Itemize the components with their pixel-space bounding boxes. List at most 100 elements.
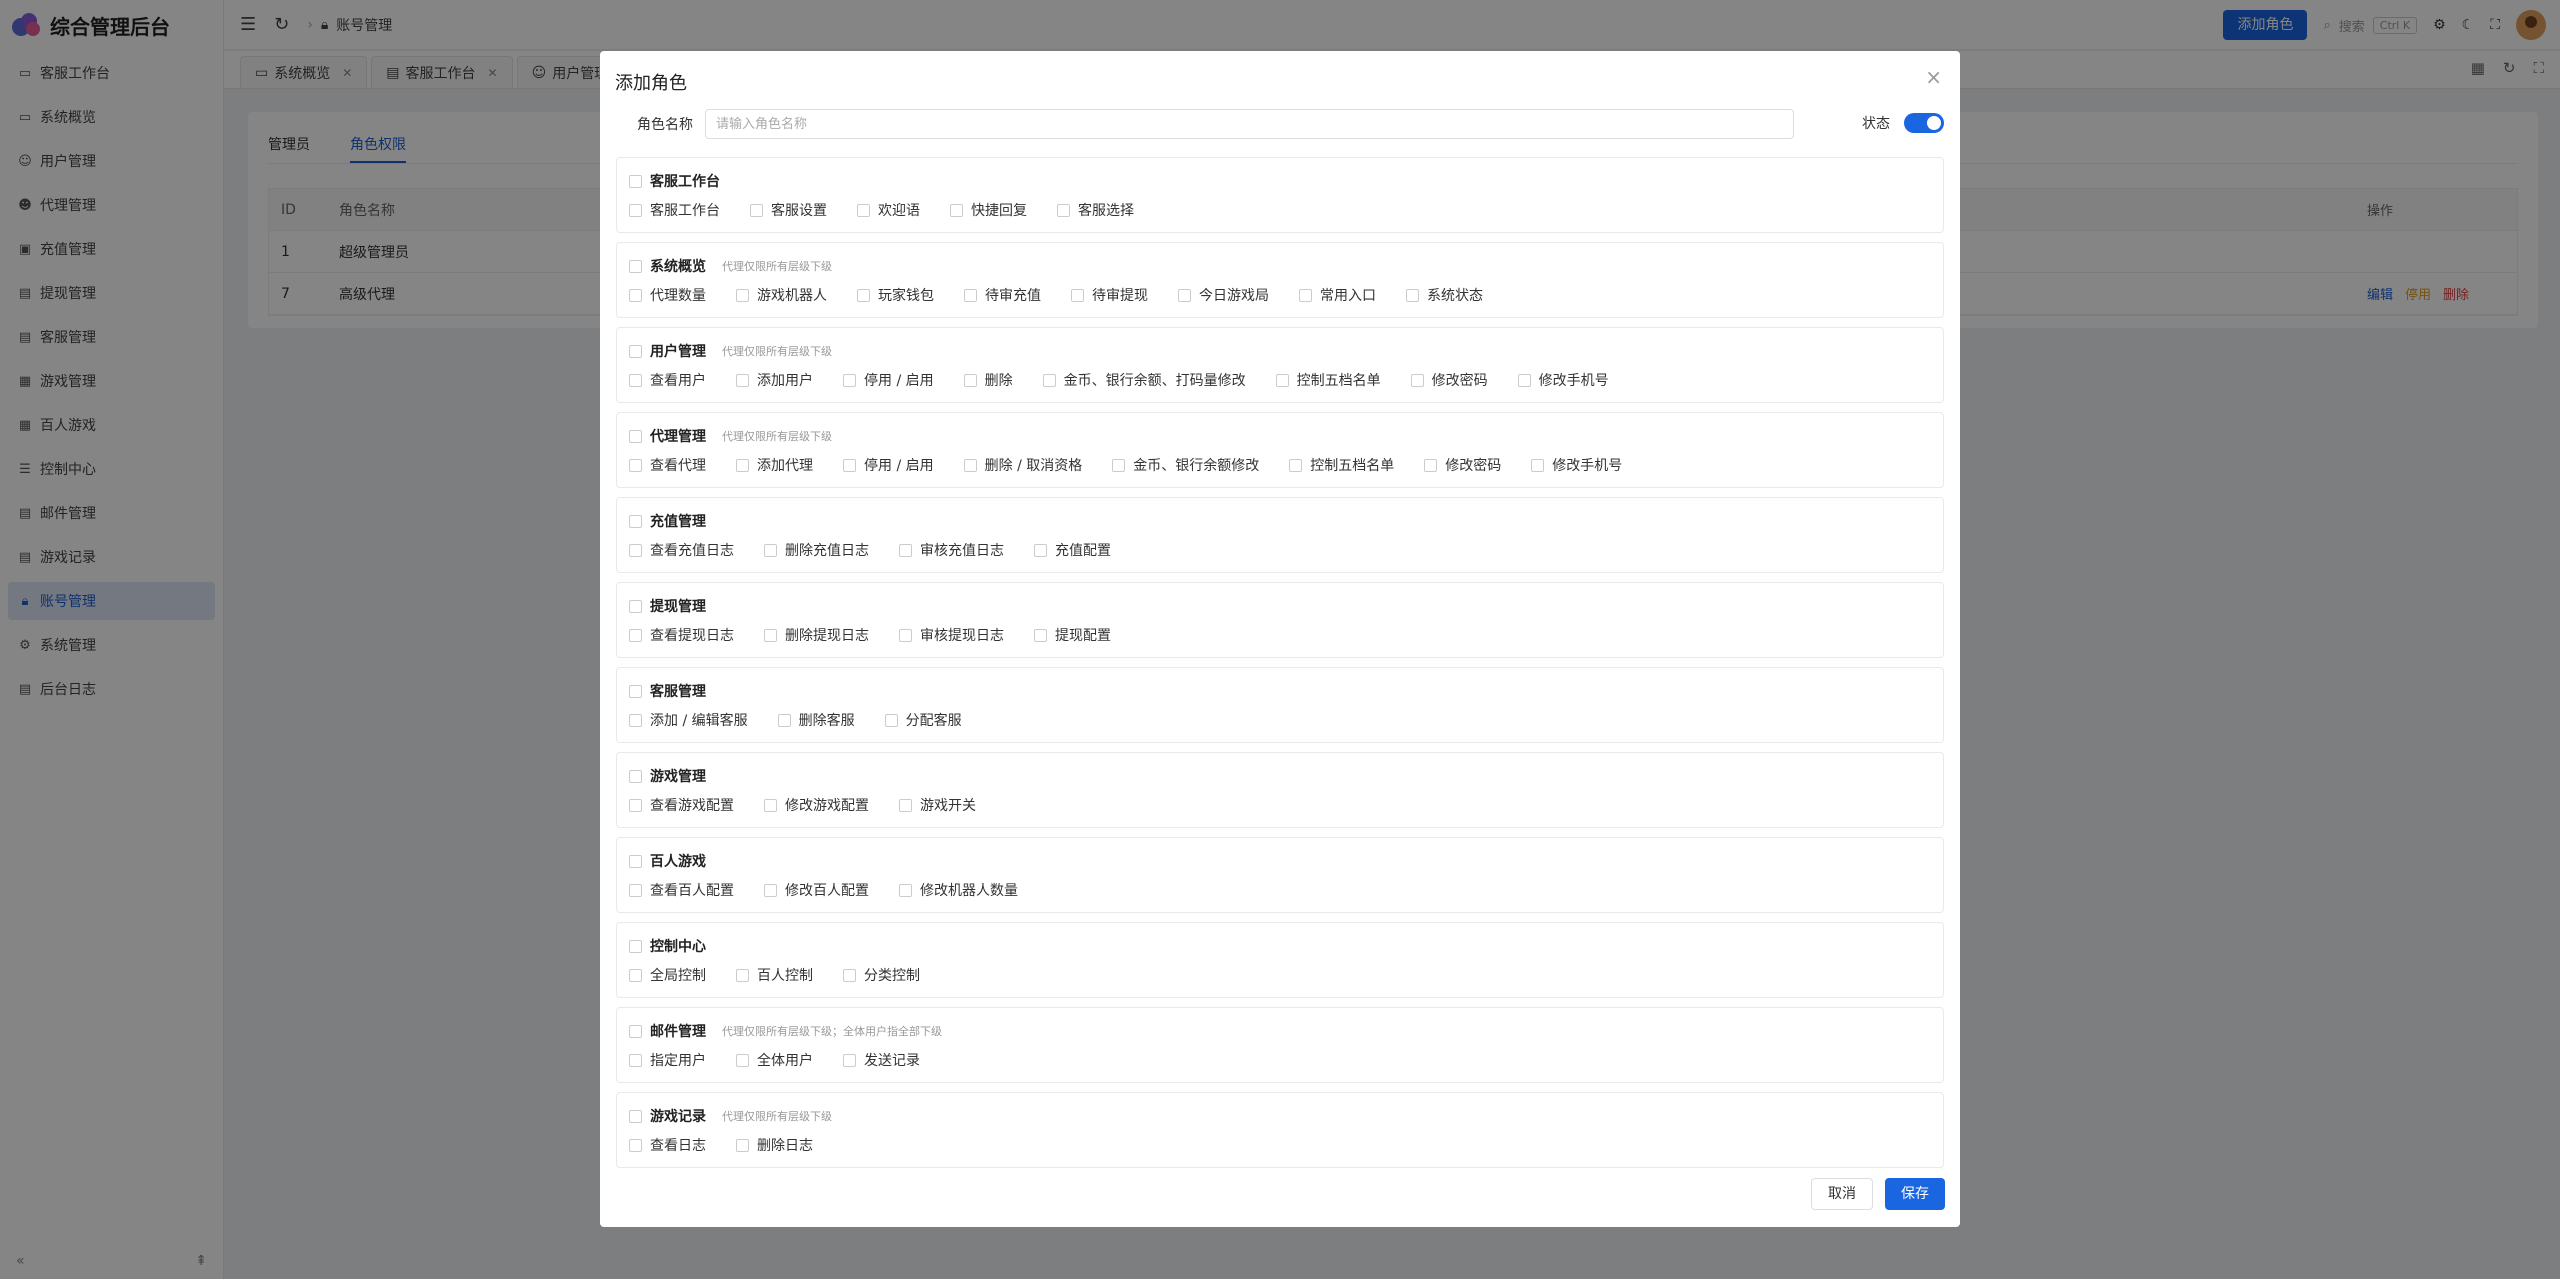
checkbox[interactable] [629,968,642,982]
checkbox[interactable] [629,883,642,897]
permission-checkbox[interactable]: 分类控制 [843,965,920,985]
checkbox[interactable] [1071,288,1084,302]
group-checkbox[interactable] [629,1024,642,1038]
checkbox[interactable] [843,1053,856,1067]
checkbox[interactable] [1410,373,1424,387]
checkbox[interactable] [1034,543,1047,557]
checkbox[interactable] [1042,373,1056,387]
checkbox[interactable] [764,628,777,642]
permission-checkbox[interactable]: 修改游戏配置 [764,795,869,815]
checkbox[interactable] [736,288,749,302]
permission-checkbox[interactable]: 客服工作台 [629,200,720,220]
checkbox[interactable] [736,373,749,387]
checkbox[interactable] [899,883,912,897]
checkbox[interactable] [629,1138,642,1152]
permission-checkbox[interactable]: 客服设置 [750,200,827,220]
role-name-input[interactable] [705,109,1794,139]
permission-checkbox[interactable]: 查看充值日志 [629,540,734,560]
permission-checkbox[interactable]: 今日游戏局 [1178,285,1269,305]
group-checkbox[interactable] [629,939,642,953]
checkbox[interactable] [1406,288,1419,302]
permission-checkbox[interactable]: 修改密码 [1410,370,1488,390]
permission-checkbox[interactable]: 修改手机号 [1531,455,1622,475]
checkbox[interactable] [629,288,642,302]
checkbox[interactable] [629,1053,642,1067]
checkbox[interactable] [1275,373,1289,387]
permission-checkbox[interactable]: 查看日志 [629,1135,706,1155]
group-checkbox[interactable] [629,514,642,528]
permission-checkbox[interactable]: 添加 / 编辑客服 [629,710,748,730]
permission-checkbox[interactable]: 查看代理 [629,455,706,475]
checkbox[interactable] [629,628,642,642]
checkbox[interactable] [629,203,642,217]
permission-checkbox[interactable]: 修改机器人数量 [899,880,1018,900]
permission-checkbox[interactable]: 审核充值日志 [899,540,1004,560]
checkbox[interactable] [1057,203,1070,217]
permission-checkbox[interactable]: 全局控制 [629,965,706,985]
checkbox[interactable] [1178,288,1191,302]
checkbox[interactable] [629,713,642,727]
checkbox[interactable] [1531,458,1545,472]
checkbox[interactable] [857,203,870,217]
checkbox[interactable] [629,543,642,557]
checkbox[interactable] [964,288,977,302]
group-checkbox[interactable] [629,259,642,273]
group-checkbox[interactable] [629,599,642,613]
group-checkbox[interactable] [629,854,642,868]
checkbox[interactable] [950,203,963,217]
checkbox[interactable] [899,628,912,642]
group-checkbox[interactable] [629,684,642,698]
permission-checkbox[interactable]: 删除 / 取消资格 [963,455,1082,475]
permission-checkbox[interactable]: 待审提现 [1071,285,1148,305]
group-checkbox[interactable] [629,769,642,783]
permission-checkbox[interactable]: 百人控制 [736,965,813,985]
checkbox[interactable] [1517,373,1531,387]
permission-checkbox[interactable]: 审核提现日志 [899,625,1004,645]
permission-checkbox[interactable]: 待审充值 [964,285,1041,305]
checkbox[interactable] [750,203,763,217]
checkbox[interactable] [1424,458,1438,472]
permission-checkbox[interactable]: 控制五档名单 [1289,455,1394,475]
permission-checkbox[interactable]: 删除客服 [777,710,855,730]
checkbox[interactable] [843,968,856,982]
checkbox[interactable] [736,968,749,982]
checkbox[interactable] [629,373,642,387]
permission-checkbox[interactable]: 游戏开关 [899,795,976,815]
group-checkbox[interactable] [629,429,642,443]
permission-checkbox[interactable]: 系统状态 [1406,285,1483,305]
permission-checkbox[interactable]: 充值配置 [1034,540,1111,560]
checkbox[interactable] [963,458,977,472]
permission-checkbox[interactable]: 删除充值日志 [764,540,869,560]
permission-checkbox[interactable]: 提现配置 [1034,625,1111,645]
save-button[interactable]: 保存 [1885,1178,1945,1210]
permission-checkbox[interactable]: 控制五档名单 [1275,370,1381,390]
permission-checkbox[interactable]: 查看百人配置 [629,880,734,900]
checkbox[interactable] [764,883,777,897]
permission-checkbox[interactable]: 游戏机器人 [736,285,827,305]
group-checkbox[interactable] [629,1109,642,1123]
permission-checkbox[interactable]: 添加代理 [736,455,813,475]
permission-checkbox[interactable]: 玩家钱包 [857,285,934,305]
checkbox[interactable] [629,798,642,812]
status-toggle[interactable] [1904,113,1944,133]
permission-checkbox[interactable]: 修改手机号 [1517,370,1609,390]
checkbox[interactable] [736,1053,749,1067]
checkbox[interactable] [1112,458,1126,472]
checkbox[interactable] [629,458,642,472]
permission-checkbox[interactable]: 停用 / 启用 [843,455,934,475]
permission-checkbox[interactable]: 查看游戏配置 [629,795,734,815]
permission-checkbox[interactable]: 修改密码 [1424,455,1501,475]
permission-checkbox[interactable]: 发送记录 [843,1050,920,1070]
checkbox[interactable] [884,713,898,727]
checkbox[interactable] [1034,628,1047,642]
checkbox[interactable] [1289,458,1303,472]
permission-checkbox[interactable]: 查看用户 [629,370,706,390]
close-icon[interactable]: × [1925,65,1942,89]
permission-checkbox[interactable]: 删除 [963,370,1013,390]
permission-checkbox[interactable]: 金币、银行余额修改 [1112,455,1259,475]
checkbox[interactable] [736,1138,749,1152]
permission-checkbox[interactable]: 金币、银行余额、打码量修改 [1042,370,1246,390]
checkbox[interactable] [843,458,856,472]
checkbox[interactable] [857,288,870,302]
checkbox[interactable] [1299,288,1312,302]
